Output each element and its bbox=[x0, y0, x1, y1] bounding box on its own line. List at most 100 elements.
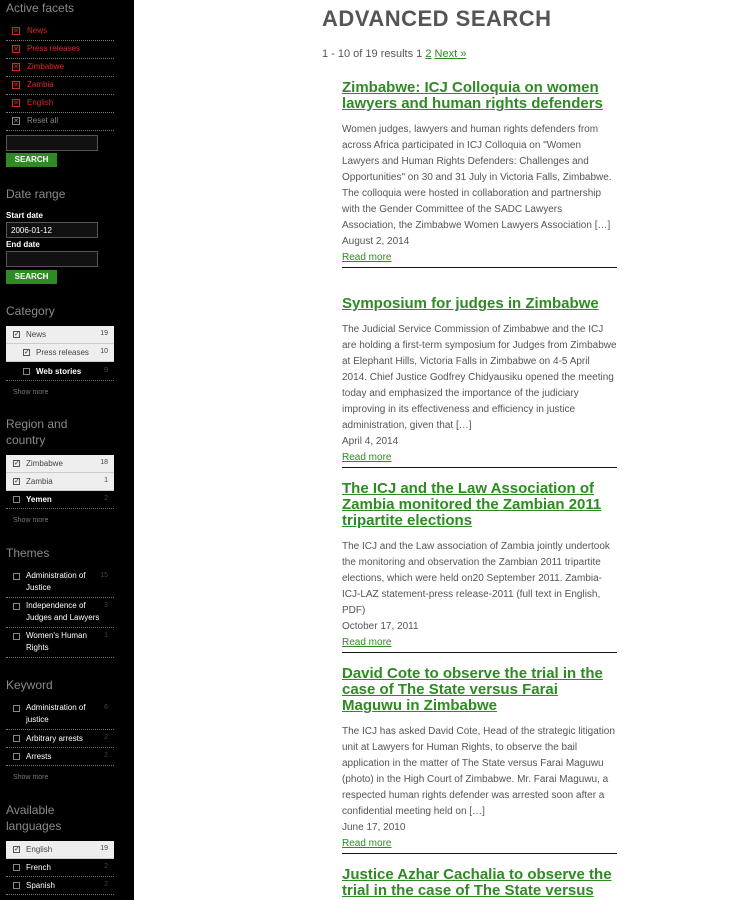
checkbox-checked-icon[interactable]: ✓ bbox=[13, 460, 20, 467]
checkbox-icon[interactable] bbox=[13, 705, 20, 712]
end-date-label: End date bbox=[6, 240, 40, 249]
language-option-french[interactable]: French 2 bbox=[6, 859, 114, 877]
read-more-link[interactable]: Read more bbox=[342, 250, 617, 266]
option-count: 19 bbox=[100, 330, 108, 337]
category-heading: Category bbox=[6, 304, 55, 318]
option-count: 2 bbox=[104, 752, 108, 759]
result-date: August 2, 2014 bbox=[342, 236, 410, 247]
result-title-link[interactable]: Justice Azhar Cachalia to observe the tr… bbox=[342, 867, 617, 899]
date-range-heading: Date range bbox=[6, 187, 66, 201]
theme-option-womens-human-rights[interactable]: Women's Human Rights 1 bbox=[6, 628, 114, 658]
checkbox-checked-icon[interactable]: ✓ bbox=[13, 331, 20, 338]
checkbox-icon[interactable] bbox=[13, 735, 20, 742]
result-date: June 17, 2010 bbox=[342, 822, 406, 833]
result-title-link[interactable]: David Cote to observe the trial in the c… bbox=[342, 666, 617, 714]
page-title: ADVANCED SEARCH bbox=[322, 6, 552, 31]
result-title-link[interactable]: The ICJ and the Law Association of Zambi… bbox=[342, 481, 617, 529]
checkbox-icon[interactable] bbox=[23, 368, 30, 375]
option-label: Zimbabwe bbox=[26, 459, 63, 468]
checkbox-icon[interactable] bbox=[13, 496, 20, 503]
active-facet-label: News bbox=[27, 26, 48, 35]
option-count: 6 bbox=[104, 704, 108, 711]
theme-option-administration-of-justice[interactable]: Administration of Justice 15 bbox=[6, 568, 114, 598]
pager: 1 - 10 of 19 results 1 2 Next » bbox=[322, 48, 466, 60]
option-label: News bbox=[26, 330, 47, 339]
result-date: October 17, 2011 bbox=[342, 621, 419, 632]
active-facet-zambia[interactable]: ✕ Zambia bbox=[6, 77, 114, 95]
remove-icon[interactable]: ✕ bbox=[12, 99, 20, 107]
category-option-news[interactable]: ✓ News 19 bbox=[6, 326, 114, 344]
result-title-link[interactable]: Symposium for judges in Zimbabwe bbox=[342, 296, 617, 312]
next-page-link[interactable]: Next » bbox=[435, 48, 467, 60]
keyword-show-more-link[interactable]: Show more bbox=[13, 774, 48, 781]
keyword-option-arrests[interactable]: Arrests 2 bbox=[6, 748, 114, 766]
active-facet-english[interactable]: ✕ English bbox=[6, 95, 114, 113]
option-count: 19 bbox=[100, 845, 108, 852]
end-date-input[interactable] bbox=[6, 251, 98, 267]
start-date-label: Start date bbox=[6, 211, 43, 220]
facet-search-button[interactable]: SEARCH bbox=[6, 153, 57, 167]
checkbox-checked-icon[interactable]: ✓ bbox=[13, 846, 20, 853]
read-more-link[interactable]: Read more bbox=[342, 635, 617, 651]
region-option-yemen[interactable]: Yemen 2 bbox=[6, 491, 114, 509]
keyword-heading: Keyword bbox=[6, 678, 53, 692]
search-result: Justice Azhar Cachalia to observe the tr… bbox=[342, 867, 617, 899]
category-option-web-stories[interactable]: Web stories 9 bbox=[6, 363, 114, 381]
option-label: English bbox=[26, 845, 53, 854]
option-count: 2 bbox=[104, 734, 108, 741]
active-facet-label: Zambia bbox=[27, 80, 54, 89]
active-facet-label: Press releases bbox=[27, 44, 80, 53]
reset-all-link[interactable]: ✕ Reset all bbox=[6, 113, 114, 131]
option-count: 2 bbox=[104, 881, 108, 888]
option-count: 2 bbox=[104, 495, 108, 502]
active-facet-label: English bbox=[27, 98, 54, 107]
option-count: 18 bbox=[100, 459, 108, 466]
checkbox-icon[interactable] bbox=[13, 753, 20, 760]
checkbox-icon[interactable] bbox=[13, 603, 20, 610]
option-label: Administration of justice bbox=[26, 703, 86, 724]
keyword-search-input[interactable] bbox=[6, 135, 98, 151]
remove-icon[interactable]: ✕ bbox=[12, 45, 20, 53]
keyword-option-administration-of-justice[interactable]: Administration of justice 6 bbox=[6, 700, 114, 730]
remove-icon[interactable]: ✕ bbox=[12, 81, 20, 89]
remove-icon[interactable]: ✕ bbox=[12, 63, 20, 71]
checkbox-icon[interactable] bbox=[13, 573, 20, 580]
result-title-link[interactable]: Zimbabwe: ICJ Colloquia on women lawyers… bbox=[342, 80, 617, 112]
search-result: David Cote to observe the trial in the c… bbox=[342, 666, 617, 854]
read-more-link[interactable]: Read more bbox=[342, 836, 617, 852]
option-count: 15 bbox=[100, 572, 108, 579]
reset-all-label: Reset all bbox=[27, 116, 59, 125]
languages-heading: Available languages bbox=[6, 803, 62, 833]
reset-icon[interactable]: ✕ bbox=[12, 117, 20, 125]
start-date-input[interactable] bbox=[6, 222, 98, 238]
category-show-more-link[interactable]: Show more bbox=[13, 389, 48, 396]
active-facet-news[interactable]: ✕ News bbox=[6, 23, 114, 41]
remove-icon[interactable]: ✕ bbox=[12, 27, 20, 35]
language-option-english[interactable]: ✓ English 19 bbox=[6, 841, 114, 859]
read-more-link[interactable]: Read more bbox=[342, 450, 617, 466]
active-facet-press-releases[interactable]: ✕ Press releases bbox=[6, 41, 114, 59]
category-option-press-releases[interactable]: ✓ Press releases 10 bbox=[6, 344, 114, 362]
checkbox-checked-icon[interactable]: ✓ bbox=[23, 349, 30, 356]
date-search-button[interactable]: SEARCH bbox=[6, 270, 57, 284]
theme-option-independence-of-judges[interactable]: Independence of Judges and Lawyers 3 bbox=[6, 598, 114, 628]
option-label: Arbitrary arrests bbox=[26, 734, 83, 743]
option-label: Web stories bbox=[36, 367, 82, 376]
checkbox-checked-icon[interactable]: ✓ bbox=[13, 478, 20, 485]
region-option-zambia[interactable]: ✓ Zambia 1 bbox=[6, 473, 114, 491]
checkbox-icon[interactable] bbox=[13, 882, 20, 889]
option-label: Yemen bbox=[26, 495, 52, 504]
active-facet-zimbabwe[interactable]: ✕ Zimbabwe bbox=[6, 59, 114, 77]
region-show-more-link[interactable]: Show more bbox=[13, 517, 48, 524]
option-count: 1 bbox=[104, 632, 108, 639]
checkbox-icon[interactable] bbox=[13, 633, 20, 640]
keyword-option-arbitrary-arrests[interactable]: Arbitrary arrests 2 bbox=[6, 730, 114, 748]
option-count: 2 bbox=[104, 863, 108, 870]
checkbox-icon[interactable] bbox=[13, 864, 20, 871]
page-2-link[interactable]: 2 bbox=[425, 48, 431, 60]
region-option-zimbabwe[interactable]: ✓ Zimbabwe 18 bbox=[6, 455, 114, 473]
result-date: April 4, 2014 bbox=[342, 436, 399, 447]
language-option-spanish[interactable]: Spanish 2 bbox=[6, 877, 114, 895]
option-label: Spanish bbox=[26, 881, 55, 890]
option-label: Zambia bbox=[26, 477, 53, 486]
